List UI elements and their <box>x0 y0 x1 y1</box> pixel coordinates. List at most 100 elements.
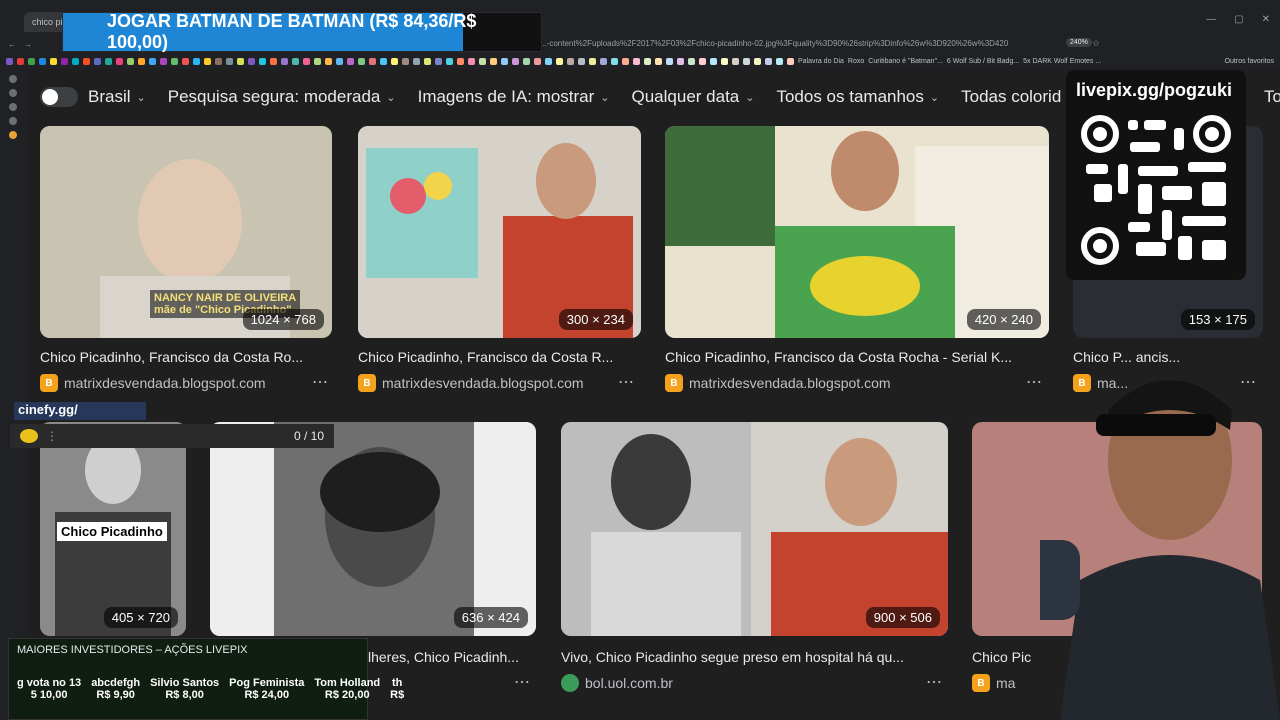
bookmark-favicon-icon[interactable] <box>468 57 475 65</box>
zoom-indicator[interactable]: 240% <box>1066 38 1092 47</box>
back-icon[interactable]: ← <box>8 40 16 49</box>
result-image[interactable]: 300 × 234 <box>358 126 641 338</box>
bookmark-favicon-icon[interactable] <box>358 57 365 65</box>
result-source[interactable]: Bmatrixdesvendada.blogspot.com <box>40 374 300 392</box>
result-image[interactable]: NANCY NAIR DE OLIVEIRA mãe de "Chico Pic… <box>40 126 332 338</box>
bookmark-favicon-icon[interactable] <box>391 57 398 65</box>
bookmark-favicon-icon[interactable] <box>589 57 596 65</box>
filter-sizes[interactable]: Todos os tamanhos ⌄ <box>776 87 939 107</box>
bookmark-favicon-icon[interactable] <box>743 57 750 65</box>
bookmark-favicon-icon[interactable] <box>479 57 486 65</box>
bookmark-dark-wolf[interactable]: 5x DARK Wolf Emotes ... <box>1023 58 1101 65</box>
result-title[interactable]: Chico Picadinho, Francisco da Costa R... <box>358 349 641 365</box>
bookmark-favicon-icon[interactable] <box>160 57 167 65</box>
bookmark-favicon-icon[interactable] <box>215 57 222 65</box>
bookmark-favicon-icon[interactable] <box>237 57 244 65</box>
bookmark-palavra[interactable]: Palavra do Dia <box>798 58 844 65</box>
result-source[interactable]: Bmatrixdesvendada.blogspot.com <box>665 374 965 392</box>
more-options-icon[interactable]: ⋯ <box>312 372 329 392</box>
result-title[interactable]: lheres, Chico Picadinh... <box>368 649 536 665</box>
bookmark-favicon-icon[interactable] <box>611 57 618 65</box>
bookmark-favicon-icon[interactable] <box>72 57 79 65</box>
bookmark-favicon-icon[interactable] <box>149 57 156 65</box>
bookmark-favicon-icon[interactable] <box>732 57 739 65</box>
bookmark-favicon-icon[interactable] <box>193 57 200 65</box>
result-title[interactable]: Vivo, Chico Picadinho segue preso em hos… <box>561 649 948 665</box>
bookmark-favicon-icon[interactable] <box>6 57 13 65</box>
sidebar-app-icon[interactable] <box>9 89 17 97</box>
bookmark-favicon-icon[interactable] <box>457 57 464 65</box>
bookmark-favicon-icon[interactable] <box>61 57 68 65</box>
maximize-icon[interactable]: ▢ <box>1234 14 1243 25</box>
bookmark-favicon-icon[interactable] <box>347 57 354 65</box>
filter-more[interactable]: To <box>1264 87 1280 107</box>
bookmark-favicon-icon[interactable] <box>512 57 519 65</box>
result-title[interactable]: Chico Picadinho, Francisco da Costa Ro..… <box>40 349 332 365</box>
star-icon[interactable]: ☆ <box>1092 38 1100 49</box>
bookmark-favicon-icon[interactable] <box>314 57 321 65</box>
bookmark-favicon-icon[interactable] <box>776 57 783 65</box>
bookmark-favicon-icon[interactable] <box>182 57 189 65</box>
forward-icon[interactable]: → <box>24 40 32 49</box>
result-image[interactable]: 420 × 240 <box>665 126 1049 338</box>
minimize-icon[interactable]: — <box>1206 14 1216 25</box>
result-source[interactable]: Bmatrixdesvendada.blogspot.com <box>358 374 618 392</box>
url-field[interactable]: ...-content%2Fuploads%2F2017%2F03%2Fchic… <box>540 39 1050 48</box>
bookmark-favicon-icon[interactable] <box>523 57 530 65</box>
filter-safe-search[interactable]: Pesquisa segura: moderada ⌄ <box>168 87 396 107</box>
bookmark-favicon-icon[interactable] <box>83 57 90 65</box>
more-options-icon[interactable]: ⋯ <box>514 672 531 692</box>
sidebar-app-icon[interactable] <box>9 75 17 83</box>
sidebar-app-icon[interactable] <box>9 131 17 139</box>
bookmark-favicon-icon[interactable] <box>655 57 662 65</box>
bookmark-favicon-icon[interactable] <box>765 57 772 65</box>
bookmark-favicon-icon[interactable] <box>622 57 629 65</box>
more-options-icon[interactable]: ⋯ <box>926 672 943 692</box>
safe-toggle[interactable] <box>40 87 78 107</box>
bookmark-favicon-icon[interactable] <box>226 57 233 65</box>
result-image[interactable]: Chico Picadinho 405 × 720 <box>40 422 186 636</box>
bookmark-favicon-icon[interactable] <box>677 57 684 65</box>
filter-date[interactable]: Qualquer data ⌄ <box>632 87 755 107</box>
bookmark-favicon-icon[interactable] <box>138 57 145 65</box>
bookmark-favicon-icon[interactable] <box>292 57 299 65</box>
bookmark-favicon-icon[interactable] <box>644 57 651 65</box>
bookmark-favicon-icon[interactable] <box>325 57 332 65</box>
filter-ai-images[interactable]: Imagens de IA: mostrar ⌄ <box>418 87 610 107</box>
bookmark-favicon-icon[interactable] <box>633 57 640 65</box>
result-source[interactable]: bol.uol.com.br <box>561 674 761 692</box>
bookmark-favicon-icon[interactable] <box>754 57 761 65</box>
filter-region[interactable]: Brasil ⌄ <box>88 87 146 107</box>
close-icon[interactable]: ✕ <box>1262 14 1270 25</box>
bookmark-favicon-icon[interactable] <box>424 57 431 65</box>
sidebar-app-icon[interactable] <box>9 117 17 125</box>
bookmark-favicon-icon[interactable] <box>380 57 387 65</box>
bookmark-wolf-sub[interactable]: 6 Wolf Sub / Bit Badg... <box>947 58 1019 65</box>
bookmark-favicon-icon[interactable] <box>17 57 24 65</box>
bookmark-favicon-icon[interactable] <box>270 57 277 65</box>
bookmark-favicon-icon[interactable] <box>204 57 211 65</box>
bookmark-favicon-icon[interactable] <box>127 57 134 65</box>
bookmark-favicon-icon[interactable] <box>171 57 178 65</box>
bookmark-favicon-icon[interactable] <box>116 57 123 65</box>
bookmark-favicon-icon[interactable] <box>787 57 794 65</box>
bookmark-favicon-icon[interactable] <box>413 57 420 65</box>
bookmark-favicon-icon[interactable] <box>567 57 574 65</box>
bookmark-favicon-icon[interactable] <box>578 57 585 65</box>
bookmark-favicon-icon[interactable] <box>710 57 717 65</box>
bookmark-favicon-icon[interactable] <box>545 57 552 65</box>
bookmark-favicon-icon[interactable] <box>248 57 255 65</box>
bookmark-favicon-icon[interactable] <box>259 57 266 65</box>
bookmark-favicon-icon[interactable] <box>281 57 288 65</box>
bookmark-curitibano[interactable]: Curitibano é "Batman"... <box>868 58 943 65</box>
bookmark-favicon-icon[interactable] <box>600 57 607 65</box>
bookmark-favicon-icon[interactable] <box>699 57 706 65</box>
bookmark-favicon-icon[interactable] <box>369 57 376 65</box>
bookmark-favicon-icon[interactable] <box>501 57 508 65</box>
bookmark-favicon-icon[interactable] <box>446 57 453 65</box>
kebab-menu-icon[interactable]: ⋮ <box>46 429 58 443</box>
bookmark-roxo[interactable]: Roxo <box>848 58 864 65</box>
bookmark-favicon-icon[interactable] <box>688 57 695 65</box>
bookmark-favicon-icon[interactable] <box>50 57 57 65</box>
bookmark-favicon-icon[interactable] <box>105 57 112 65</box>
